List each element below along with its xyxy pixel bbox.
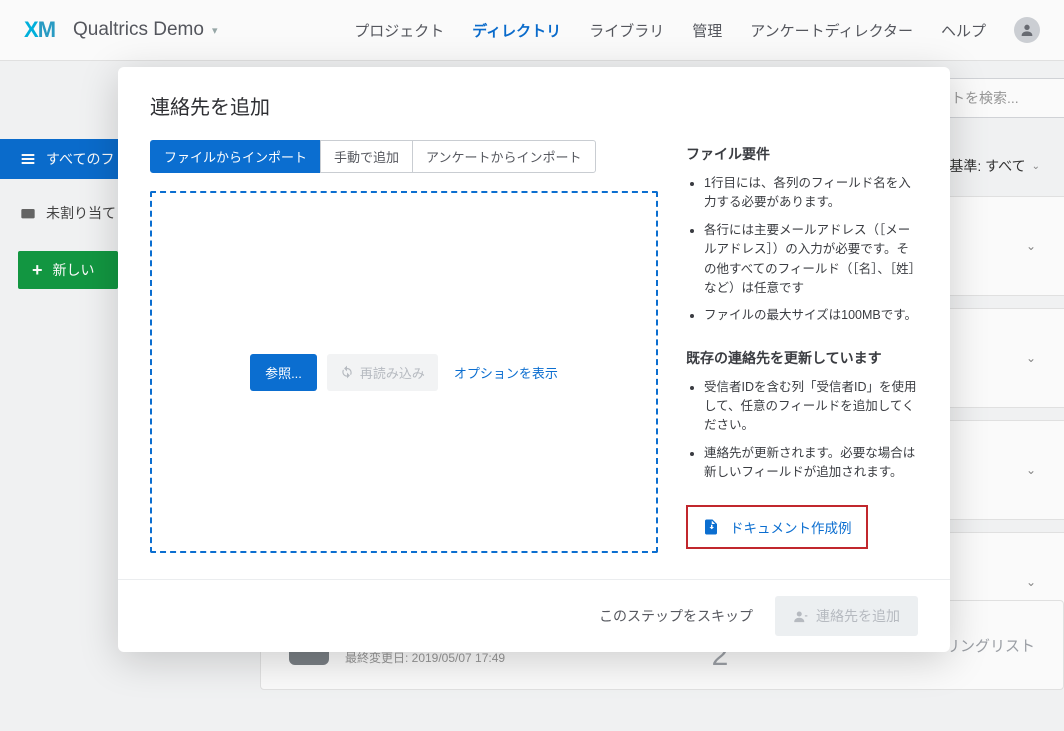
download-doc-icon xyxy=(702,518,720,536)
tab-import-file[interactable]: ファイルからインポート xyxy=(150,140,321,173)
modal-body: ファイルからインポート 手動で追加 アンケートからインポート 参照... 再読み… xyxy=(118,140,950,579)
file-req-title: ファイル要件 xyxy=(686,144,918,164)
modal-left: ファイルからインポート 手動で追加 アンケートからインポート 参照... 再読み… xyxy=(150,140,658,553)
file-req-list: 1行目には、各列のフィールド名を入力する必要があります。 各行には主要メールアド… xyxy=(686,174,918,326)
file-dropzone[interactable]: 参照... 再読み込み オプションを表示 xyxy=(150,191,658,553)
req-item: 各行には主要メールアドレス（［メールアドレス］）の入力が必要です。その他すべての… xyxy=(704,221,918,299)
add-button-label: 連絡先を追加 xyxy=(816,606,900,626)
modal-header: 連絡先を追加 xyxy=(118,67,950,140)
browse-button[interactable]: 参照... xyxy=(250,354,317,391)
reload-icon xyxy=(340,365,354,379)
tab-manual[interactable]: 手動で追加 xyxy=(320,140,413,173)
doc-link-label: ドキュメント作成例 xyxy=(730,517,852,537)
update-list: 受信者IDを含む列「受信者ID」を使用して、任意のフィールドを追加してください。… xyxy=(686,378,918,483)
tabs: ファイルからインポート 手動で追加 アンケートからインポート xyxy=(150,140,658,173)
add-user-icon xyxy=(793,609,808,624)
modal-footer: このステップをスキップ 連絡先を追加 xyxy=(118,579,950,652)
reload-button: 再読み込み xyxy=(327,354,438,391)
req-item: ファイルの最大サイズは100MBです。 xyxy=(704,306,918,325)
update-item: 受信者IDを含む列「受信者ID」を使用して、任意のフィールドを追加してください。 xyxy=(704,378,918,436)
add-contact-modal: 連絡先を追加 ファイルからインポート 手動で追加 アンケートからインポート 参照… xyxy=(118,67,950,652)
req-item: 1行目には、各列のフィールド名を入力する必要があります。 xyxy=(704,174,918,213)
update-title: 既存の連絡先を更新しています xyxy=(686,348,918,368)
modal-right: ファイル要件 1行目には、各列のフィールド名を入力する必要があります。 各行には… xyxy=(686,140,918,553)
tab-import-survey[interactable]: アンケートからインポート xyxy=(412,140,595,173)
skip-button[interactable]: このステップをスキップ xyxy=(599,606,753,626)
add-contacts-button: 連絡先を追加 xyxy=(775,596,918,636)
update-item: 連絡先が更新されます。必要な場合は新しいフィールドが追加されます。 xyxy=(704,444,918,483)
show-options-link[interactable]: オプションを表示 xyxy=(454,363,558,382)
example-doc-link[interactable]: ドキュメント作成例 xyxy=(686,505,868,549)
dropzone-controls: 参照... 再読み込み オプションを表示 xyxy=(250,354,558,391)
reload-label: 再読み込み xyxy=(360,363,425,382)
modal-title: 連絡先を追加 xyxy=(150,91,918,120)
